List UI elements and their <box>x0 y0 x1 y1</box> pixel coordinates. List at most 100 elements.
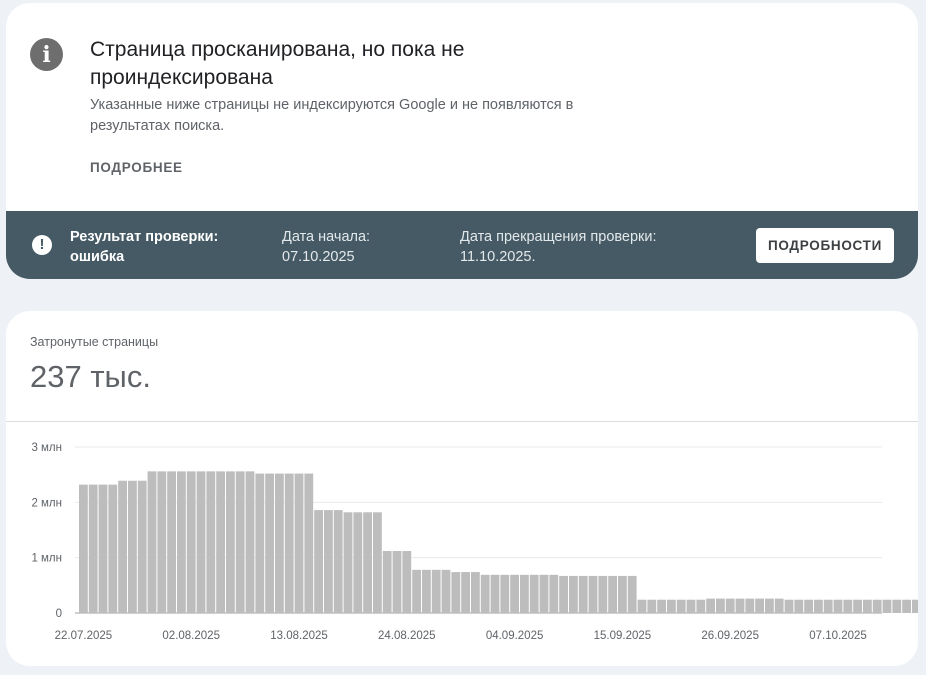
chart-bar[interactable] <box>196 471 206 613</box>
chart-bar[interactable] <box>872 599 882 613</box>
chart-bar[interactable] <box>667 599 676 613</box>
chart-bar[interactable] <box>451 572 461 613</box>
chart-bar[interactable] <box>500 574 510 613</box>
chart-bar[interactable] <box>696 599 706 613</box>
chart-bar[interactable] <box>177 471 186 613</box>
chart-bar[interactable] <box>275 473 284 613</box>
chart-bar[interactable] <box>265 473 274 613</box>
chart-bar[interactable] <box>823 599 833 613</box>
chart-bar[interactable] <box>637 599 647 613</box>
chart-bar[interactable] <box>471 572 480 613</box>
chart-bar[interactable] <box>716 598 725 613</box>
issue-card: i Страница просканирована, но пока не пр… <box>6 3 918 279</box>
chart-bar[interactable] <box>412 569 421 613</box>
chart-bar[interactable] <box>657 599 666 613</box>
chart-bar[interactable] <box>206 471 216 613</box>
chart-bar[interactable] <box>529 574 539 613</box>
chart-bar[interactable] <box>608 575 617 613</box>
chart-bar[interactable] <box>804 599 813 613</box>
x-tick-label: 26.09.2025 <box>701 630 759 642</box>
chart-bar[interactable] <box>245 471 255 613</box>
chart-bar[interactable] <box>333 510 343 613</box>
chart-bar[interactable] <box>186 471 196 613</box>
chart-bar[interactable] <box>725 598 735 613</box>
issue-description: Указанные ниже страницы не индексируются… <box>90 97 574 134</box>
chart-bar[interactable] <box>853 599 862 613</box>
chart-bar[interactable] <box>461 572 470 613</box>
chart-bar[interactable] <box>549 574 559 613</box>
chart-bar[interactable] <box>108 484 118 613</box>
details-button[interactable]: ПОДРОБНОСТИ <box>756 228 894 263</box>
chart-bar[interactable] <box>833 599 843 613</box>
chart-bar[interactable] <box>402 551 412 613</box>
chart-bar[interactable] <box>912 599 918 613</box>
chart-bar[interactable] <box>441 569 451 613</box>
chart-bar[interactable] <box>618 575 627 613</box>
chart-bar[interactable] <box>755 598 764 613</box>
chart-bar[interactable] <box>686 599 696 613</box>
chart-bar[interactable] <box>490 574 500 613</box>
chart-bar[interactable] <box>363 512 372 613</box>
learn-more-link[interactable]: ПОДРОБНЕЕ <box>90 160 183 175</box>
chart-bar[interactable] <box>422 569 431 613</box>
chart-bar[interactable] <box>539 574 549 613</box>
chart-bar[interactable] <box>569 575 578 613</box>
chart-bar[interactable] <box>745 598 755 613</box>
chart-bar[interactable] <box>578 575 588 613</box>
y-tick-label: 0 <box>56 608 62 620</box>
chart-bar[interactable] <box>647 599 657 613</box>
chart-bar[interactable] <box>314 510 323 613</box>
chart-bar[interactable] <box>226 471 235 613</box>
y-tick-label: 2 млн <box>31 497 62 509</box>
chart-bar[interactable] <box>480 574 490 613</box>
chart-bar[interactable] <box>88 484 98 613</box>
chart-bar[interactable] <box>147 471 157 613</box>
chart-bar[interactable] <box>706 598 715 613</box>
chart-bar[interactable] <box>137 480 147 613</box>
chart-bar[interactable] <box>284 473 294 613</box>
chart-bar[interactable] <box>784 599 794 613</box>
x-tick-label: 24.08.2025 <box>378 630 436 642</box>
validation-end-date: Дата прекращения проверки: 11.10.2025. <box>460 229 657 265</box>
chart-bar[interactable] <box>235 471 245 613</box>
chart-bar[interactable] <box>118 480 127 613</box>
chart-bar[interactable] <box>216 471 225 613</box>
chart-bar[interactable] <box>774 598 784 613</box>
chart-bar[interactable] <box>304 473 314 613</box>
error-alert-icon: ! <box>32 235 52 255</box>
x-tick-label: 04.09.2025 <box>486 630 544 642</box>
chart-bar[interactable] <box>157 471 167 613</box>
chart-bar[interactable] <box>343 512 353 613</box>
chart-bar[interactable] <box>794 599 804 613</box>
chart-bar[interactable] <box>627 575 637 613</box>
chart-bar[interactable] <box>598 575 608 613</box>
validation-status-bar: ! Результат проверки: ошибка Дата начала… <box>6 211 918 279</box>
chart-bar[interactable] <box>294 473 304 613</box>
chart-bar[interactable] <box>431 569 441 613</box>
chart-bar[interactable] <box>520 574 529 613</box>
chart-bar[interactable] <box>902 599 911 613</box>
chart-bar[interactable] <box>353 512 363 613</box>
chart-bar[interactable] <box>79 484 88 613</box>
chart-bar[interactable] <box>814 599 823 613</box>
chart-bar[interactable] <box>765 598 774 613</box>
chart-bar[interactable] <box>559 575 568 613</box>
info-icon: i <box>30 38 63 71</box>
chart-bar[interactable] <box>882 599 892 613</box>
chart-bar[interactable] <box>167 471 176 613</box>
chart-bar[interactable] <box>382 551 392 613</box>
chart-bar[interactable] <box>128 480 137 613</box>
chart-bar[interactable] <box>892 599 902 613</box>
chart-bar[interactable] <box>735 598 745 613</box>
chart-bar[interactable] <box>588 575 598 613</box>
chart-bar[interactable] <box>510 574 519 613</box>
chart-bar[interactable] <box>324 510 333 613</box>
chart-bar[interactable] <box>392 551 402 613</box>
chart-bar[interactable] <box>676 599 686 613</box>
chart-bar[interactable] <box>863 599 872 613</box>
x-tick-label: 07.10.2025 <box>809 630 867 642</box>
chart-bar[interactable] <box>843 599 853 613</box>
chart-bar[interactable] <box>255 473 265 613</box>
chart-bar[interactable] <box>98 484 108 613</box>
chart-bar[interactable] <box>373 512 382 613</box>
